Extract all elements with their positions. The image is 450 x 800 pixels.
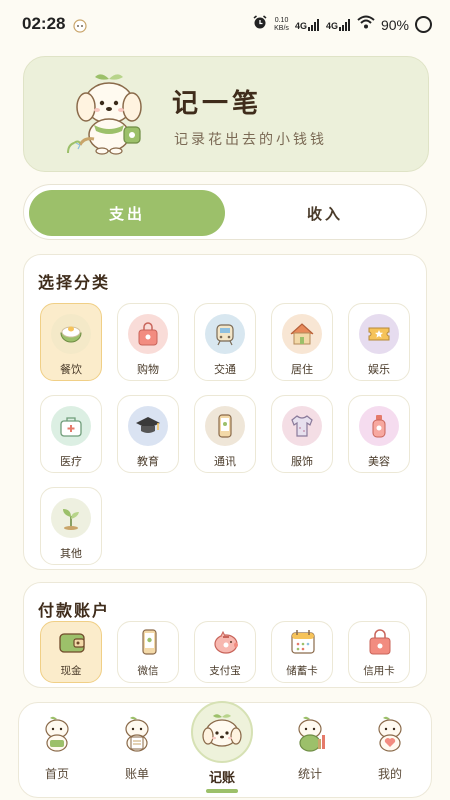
nav-label: 账单	[124, 767, 149, 781]
account-label: 信用卡	[363, 665, 395, 677]
app-notification-icon	[72, 17, 88, 37]
sprout-icon	[51, 498, 91, 538]
category-label: 美容	[368, 455, 390, 468]
train-icon	[205, 314, 245, 354]
category-card: 选择分类 餐饮 购物 交通 居住 娱乐 医疗 教育 通讯 服饰 美容 其他	[23, 254, 427, 570]
type-switch: 支出 收入	[23, 184, 427, 240]
shopping-bag-icon	[128, 314, 168, 354]
shopping-bag-icon	[364, 626, 396, 658]
account-label: 现金	[60, 665, 82, 677]
category-label: 通讯	[214, 455, 236, 468]
nav-label-active: 记账	[208, 771, 235, 786]
signal-icon-2: 4G	[326, 18, 351, 31]
puppy-mascot-icon	[64, 69, 154, 163]
nav-home[interactable]: 首页	[22, 703, 92, 799]
category-section-title: 选择分类	[38, 273, 111, 292]
tab-expense[interactable]: 支出	[29, 190, 225, 236]
alarm-icon	[252, 14, 268, 35]
category-label: 医疗	[60, 455, 82, 468]
puppy-bills-icon	[117, 713, 157, 753]
puppy-profile-icon	[370, 713, 410, 753]
account-debit-card[interactable]: 储蓄卡	[271, 621, 333, 683]
category-housing[interactable]: 居住	[271, 303, 333, 381]
shirt-icon	[282, 406, 322, 446]
wifi-icon	[357, 15, 375, 34]
battery-icon	[415, 16, 432, 33]
puppy-home-icon	[37, 713, 77, 753]
wallet-icon	[56, 626, 88, 658]
account-credit-card[interactable]: 信用卡	[348, 621, 410, 683]
account-card: 付款账户 现金 微信 支付宝 储蓄卡 信用卡	[23, 582, 427, 688]
piggy-bank-icon	[210, 626, 242, 658]
category-medical[interactable]: 医疗	[40, 395, 102, 473]
net-speed: 0.10 KB/s	[274, 16, 289, 32]
perfume-icon	[359, 406, 399, 446]
category-clothing[interactable]: 服饰	[271, 395, 333, 473]
category-transport[interactable]: 交通	[194, 303, 256, 381]
category-other[interactable]: 其他	[40, 487, 102, 565]
account-label: 储蓄卡	[286, 665, 318, 677]
puppy-record-icon	[191, 701, 253, 763]
category-dining[interactable]: 餐饮	[40, 303, 102, 381]
category-telecom[interactable]: 通讯	[194, 395, 256, 473]
medical-kit-icon	[51, 406, 91, 446]
category-label: 购物	[137, 363, 159, 376]
house-icon	[282, 314, 322, 354]
account-cash[interactable]: 现金	[40, 621, 102, 683]
account-section-title: 付款账户	[38, 601, 111, 620]
category-label: 娱乐	[368, 363, 390, 376]
category-label: 教育	[137, 455, 159, 468]
bottom-nav: 首页 账单 记账 统计 我的	[18, 701, 432, 799]
nav-me[interactable]: 我的	[355, 703, 425, 799]
category-label: 交通	[214, 363, 236, 376]
battery-level: 90%	[380, 16, 409, 33]
phone-icon	[133, 626, 165, 658]
status-bar: 02:28 0.10 KB/s 4G 4G 90%	[0, 0, 450, 50]
nav-label: 首页	[44, 767, 69, 781]
category-beauty[interactable]: 美容	[348, 395, 410, 473]
graduation-cap-icon	[128, 406, 168, 446]
nav-record[interactable]: 记账	[189, 701, 255, 797]
category-entertainment[interactable]: 娱乐	[348, 303, 410, 381]
account-label: 支付宝	[209, 665, 241, 677]
account-wechat[interactable]: 微信	[117, 621, 179, 683]
nav-bills[interactable]: 账单	[102, 703, 172, 799]
calendar-icon	[287, 626, 319, 658]
account-label: 微信	[137, 665, 159, 677]
nav-stats[interactable]: 统计	[275, 703, 345, 799]
category-education[interactable]: 教育	[117, 395, 179, 473]
status-time: 02:28	[22, 14, 66, 33]
account-alipay[interactable]: 支付宝	[194, 621, 256, 683]
tab-income[interactable]: 收入	[227, 190, 423, 236]
status-right: 0.10 KB/s 4G 4G 90%	[252, 14, 432, 35]
category-label: 餐饮	[60, 363, 82, 376]
category-label: 居住	[291, 363, 313, 376]
page-title: 记一笔	[172, 89, 263, 119]
phone-icon	[205, 406, 245, 446]
active-indicator	[206, 789, 238, 793]
category-shopping[interactable]: 购物	[117, 303, 179, 381]
category-label: 其他	[60, 547, 82, 560]
page-subtitle: 记录花出去的小钱钱	[174, 132, 327, 148]
category-label: 服饰	[291, 455, 313, 468]
ticket-icon	[359, 314, 399, 354]
header-card: 记一笔 记录花出去的小钱钱	[23, 56, 429, 172]
signal-icon: 4G	[295, 18, 320, 31]
nav-label: 我的	[377, 767, 402, 781]
rice-bowl-icon	[51, 314, 91, 354]
puppy-stats-icon	[290, 713, 330, 753]
nav-label: 统计	[297, 767, 322, 781]
